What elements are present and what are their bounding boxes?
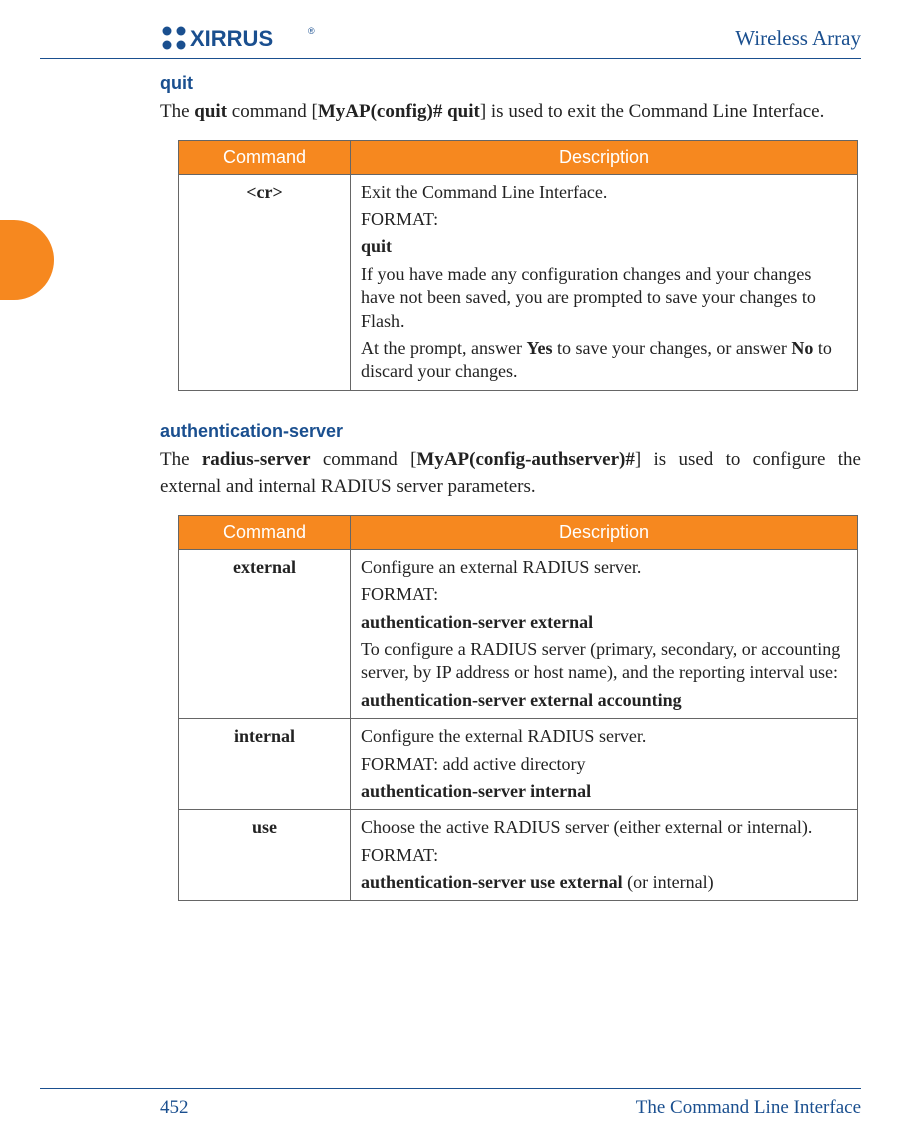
desc-text: authentication-server external [361, 611, 847, 634]
desc-text: FORMAT: [361, 583, 847, 606]
command-cell: <cr> [179, 174, 351, 390]
command-cell: external [179, 549, 351, 718]
intro-text: command [ [311, 449, 417, 470]
intro-text: The [160, 449, 202, 470]
footer-rule [40, 1088, 861, 1089]
table-row: external Configure an external RADIUS se… [179, 549, 858, 718]
intro-bold: quit [194, 101, 227, 122]
command-cell: use [179, 810, 351, 901]
table-header-command: Command [179, 140, 351, 174]
command-table-quit: Command Description <cr> Exit the Comman… [178, 140, 858, 391]
table-row: <cr> Exit the Command Line Interface. FO… [179, 174, 858, 390]
desc-text: quit [361, 235, 847, 258]
table-header-description: Description [351, 140, 858, 174]
desc-text: Choose the active RADIUS server (either … [361, 816, 847, 839]
description-cell: Exit the Command Line Interface. FORMAT:… [351, 174, 858, 390]
footer-row: 452 The Command Line Interface [40, 1097, 861, 1119]
header-product-title: Wireless Array [735, 26, 861, 51]
desc-text: To configure a RADIUS server (primary, s… [361, 638, 847, 685]
intro-bold: MyAP(config)# quit [318, 101, 480, 122]
header-underline [40, 58, 861, 59]
section-intro-authserver: The radius-server command [MyAP(config-a… [160, 446, 861, 501]
intro-bold: radius-server [202, 449, 311, 470]
brand-logo: XIRRUS ® [160, 24, 320, 52]
page-number: 452 [160, 1097, 189, 1119]
xirrus-logo-icon: XIRRUS ® [160, 24, 320, 52]
description-cell: Choose the active RADIUS server (either … [351, 810, 858, 901]
desc-text: FORMAT: [361, 208, 847, 231]
desc-text: FORMAT: add active directory [361, 753, 847, 776]
intro-text: The [160, 101, 194, 122]
table-header-command: Command [179, 515, 351, 549]
section-intro-quit: The quit command [MyAP(config)# quit] is… [160, 98, 861, 126]
desc-text: Configure an external RADIUS server. [361, 556, 847, 579]
command-cell: internal [179, 719, 351, 810]
main-content: quit The quit command [MyAP(config)# qui… [160, 73, 861, 901]
svg-text:®: ® [308, 26, 315, 36]
intro-text: command [ [227, 101, 318, 122]
command-table-authserver: Command Description external Configure a… [178, 515, 858, 902]
desc-text: authentication-server internal [361, 780, 847, 803]
table-row: use Choose the active RADIUS server (eit… [179, 810, 858, 901]
description-cell: Configure the external RADIUS server. FO… [351, 719, 858, 810]
desc-text: At the prompt, answer Yes to save your c… [361, 337, 847, 384]
table-header-row: Command Description [179, 515, 858, 549]
section-heading-quit: quit [160, 73, 861, 94]
description-cell: Configure an external RADIUS server. FOR… [351, 549, 858, 718]
desc-text: If you have made any configuration chang… [361, 263, 847, 333]
page: XIRRUS ® Wireless Array quit The quit co… [0, 0, 901, 1133]
table-row: internal Configure the external RADIUS s… [179, 719, 858, 810]
intro-bold: MyAP(config-authserver)# [416, 449, 634, 470]
table-header-description: Description [351, 515, 858, 549]
section-heading-authserver: authentication-server [160, 421, 861, 442]
desc-text: Exit the Command Line Interface. [361, 181, 847, 204]
svg-text:XIRRUS: XIRRUS [190, 26, 273, 51]
desc-text: authentication-server external accountin… [361, 689, 847, 712]
table-header-row: Command Description [179, 140, 858, 174]
side-thumb-tab [0, 220, 54, 300]
intro-text: ] is used to exit the Command Line Inter… [480, 101, 825, 122]
footer-section-title: The Command Line Interface [636, 1097, 861, 1119]
header-row: XIRRUS ® Wireless Array [40, 20, 861, 56]
desc-text: FORMAT: [361, 844, 847, 867]
desc-text: Configure the external RADIUS server. [361, 725, 847, 748]
desc-text: authentication-server use external (or i… [361, 871, 847, 894]
